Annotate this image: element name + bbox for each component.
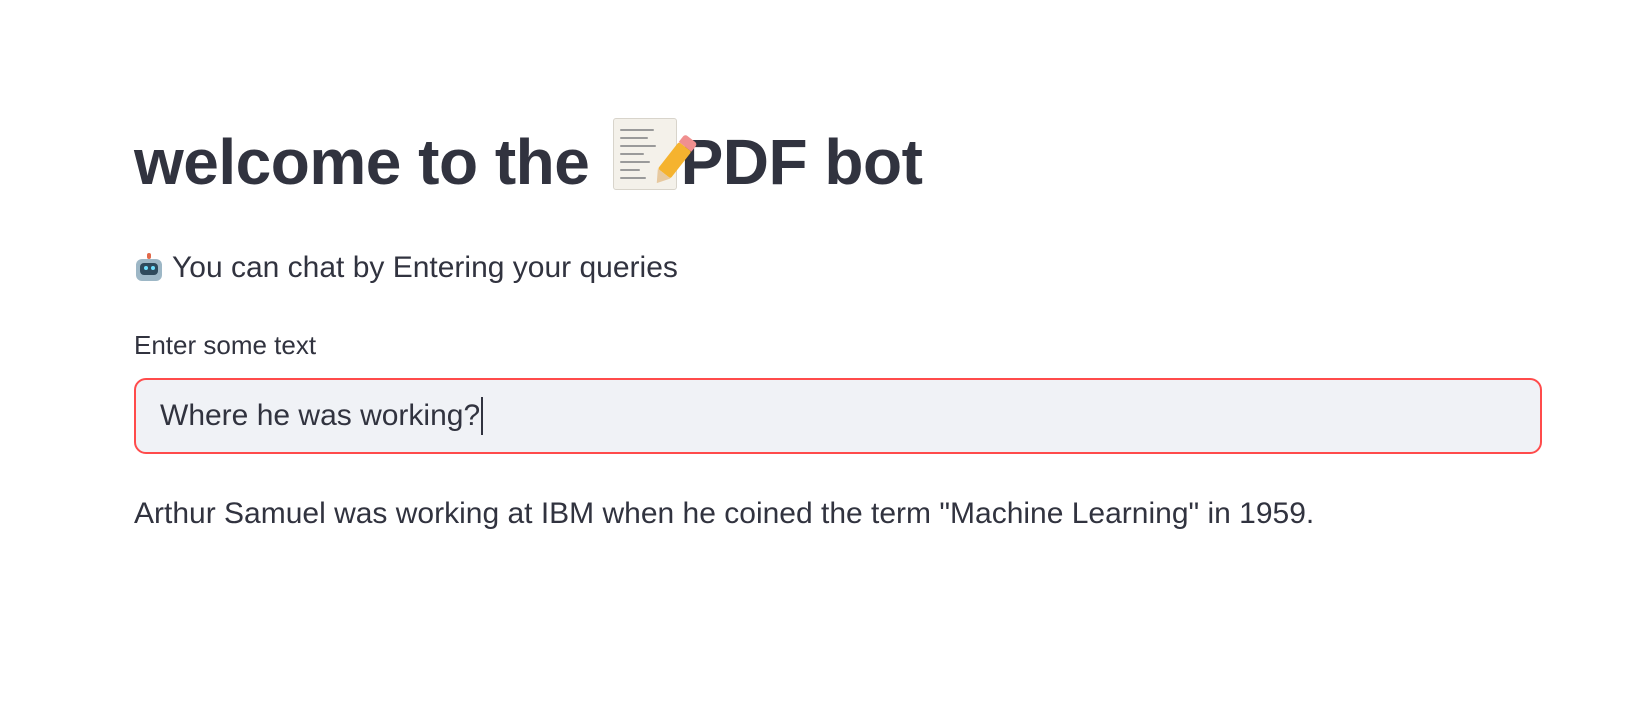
text-caret [481,397,484,435]
page-title: welcome to the PDF bot [134,112,1544,212]
memo-icon [612,118,698,190]
page-title-suffix: PDF bot [680,126,923,198]
subtitle: You can chat by Entering your queries [134,248,1544,288]
app-root: welcome to the PDF bot You can chat by E… [0,0,1636,708]
query-input-label: Enter some text [134,330,317,360]
bot-response: Arthur Samuel was working at IBM when he… [134,497,1315,530]
robot-icon [134,253,164,283]
main-content: welcome to the PDF bot You can chat by E… [134,112,1544,534]
subtitle-text: You can chat by Entering your queries [172,251,678,284]
page-title-prefix: welcome to the [134,126,607,198]
query-input-value[interactable]: Where he was working? [160,399,480,433]
query-input[interactable]: Where he was working? [134,378,1542,454]
